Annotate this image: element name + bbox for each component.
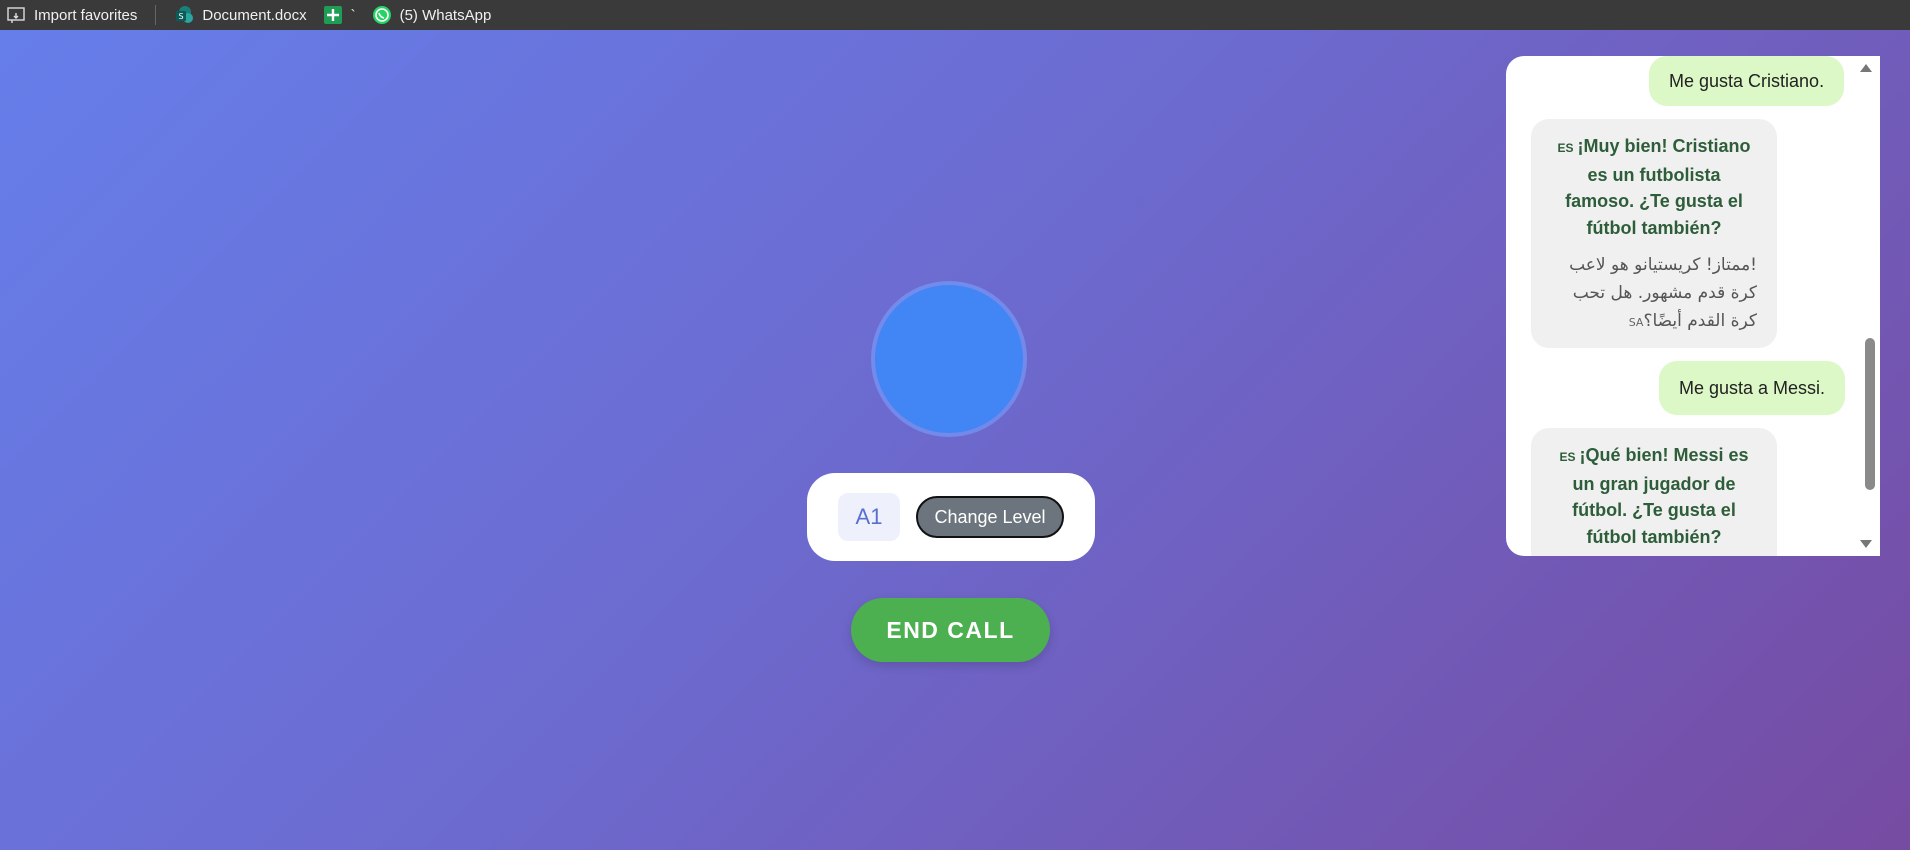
scroll-up-arrow-icon[interactable]	[1860, 64, 1872, 72]
bot-message: ES ¡Muy bien! Cristiano es un futbolista …	[1531, 119, 1777, 348]
ai-avatar-circle	[875, 285, 1023, 433]
sharepoint-icon: S	[174, 5, 194, 25]
bookmark-import-favorites[interactable]: Import favorites	[0, 0, 145, 30]
bot-message: ES ¡Qué bien! Messi es un gran jugador de…	[1531, 428, 1777, 556]
end-call-button[interactable]: END CALL	[851, 598, 1050, 662]
bot-arabic-text: !ممتاز! كريستيانو هو لاعب كرة قدم مشهور.…	[1551, 251, 1757, 337]
bot-arabic-content: !ممتاز! كريستيانو هو لاعب كرة قدم مشهور.…	[1569, 255, 1757, 331]
user-message-text: Me gusta a Messi.	[1679, 377, 1826, 398]
user-message: Me gusta Cristiano.	[1649, 56, 1845, 106]
level-card: A1 Change Level	[807, 473, 1095, 561]
bot-spanish-text: ES ¡Muy bien! Cristiano es un futbolista …	[1551, 133, 1757, 241]
bookmark-label: Import favorites	[34, 6, 138, 24]
bookmark-label: Document.docx	[202, 6, 307, 24]
language-tag-es: ES	[1557, 141, 1574, 155]
scrollbar-thumb[interactable]	[1865, 338, 1875, 490]
language-tag-sa: SA	[1628, 316, 1644, 329]
bookmark-document[interactable]: S Document.docx	[166, 0, 314, 30]
transcript-panel[interactable]: Me gusta Cristiano. ES ¡Muy bien! Cristia…	[1506, 56, 1880, 556]
bot-spanish-content: ¡Muy bien! Cristiano es un futbolista fa…	[1565, 136, 1751, 238]
level-badge: A1	[838, 493, 900, 541]
bookmark-whatsapp[interactable]: (5) WhatsApp	[364, 0, 500, 30]
change-level-button[interactable]: Change Level	[916, 496, 1064, 538]
bookmark-separator	[155, 5, 157, 25]
sheets-plus-icon	[323, 5, 343, 25]
whatsapp-icon	[372, 5, 392, 25]
user-message: Me gusta a Messi.	[1659, 361, 1846, 415]
language-tag-es: ES	[1559, 450, 1576, 464]
bot-spanish-content: ¡Qué bien! Messi es un gran jugador de f…	[1572, 445, 1749, 547]
user-message-text: Me gusta Cristiano.	[1669, 70, 1825, 91]
bookmark-sheets[interactable]: `	[315, 0, 364, 30]
bookmarks-bar: Import favorites S Document.docx ` (5) W…	[0, 0, 1910, 30]
bot-spanish-text: ES ¡Qué bien! Messi es un gran jugador de…	[1551, 442, 1757, 550]
scroll-down-arrow-icon[interactable]	[1860, 540, 1872, 548]
bookmark-label: `	[350, 6, 356, 24]
svg-text:S: S	[179, 12, 184, 21]
import-icon	[6, 5, 26, 25]
call-screen: A1 Change Level END CALL Me gusta Cristi…	[0, 30, 1910, 850]
bookmark-label: (5) WhatsApp	[399, 6, 492, 24]
